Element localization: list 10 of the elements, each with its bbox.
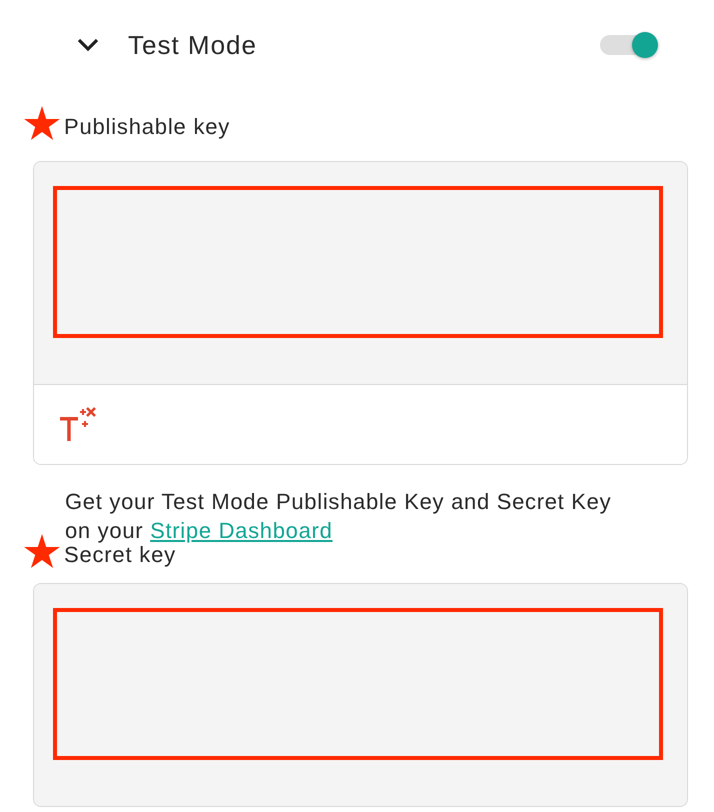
key-input-field[interactable] (33, 161, 688, 465)
field-label: Secret key (64, 542, 176, 568)
help-text: Get your Test Mode Publishable Key and Secret Key on your Stripe Dashboard (65, 488, 612, 545)
chevron-icon[interactable] (76, 37, 100, 53)
sparkle-t-icon[interactable] (58, 407, 98, 443)
field-label: Publishable key (64, 114, 230, 140)
dashboard-link[interactable]: Stripe Dashboard (150, 518, 333, 543)
section-title: Test Mode (128, 30, 258, 60)
toggle-switch[interactable] (600, 35, 656, 55)
key-input-field[interactable] (33, 583, 688, 807)
